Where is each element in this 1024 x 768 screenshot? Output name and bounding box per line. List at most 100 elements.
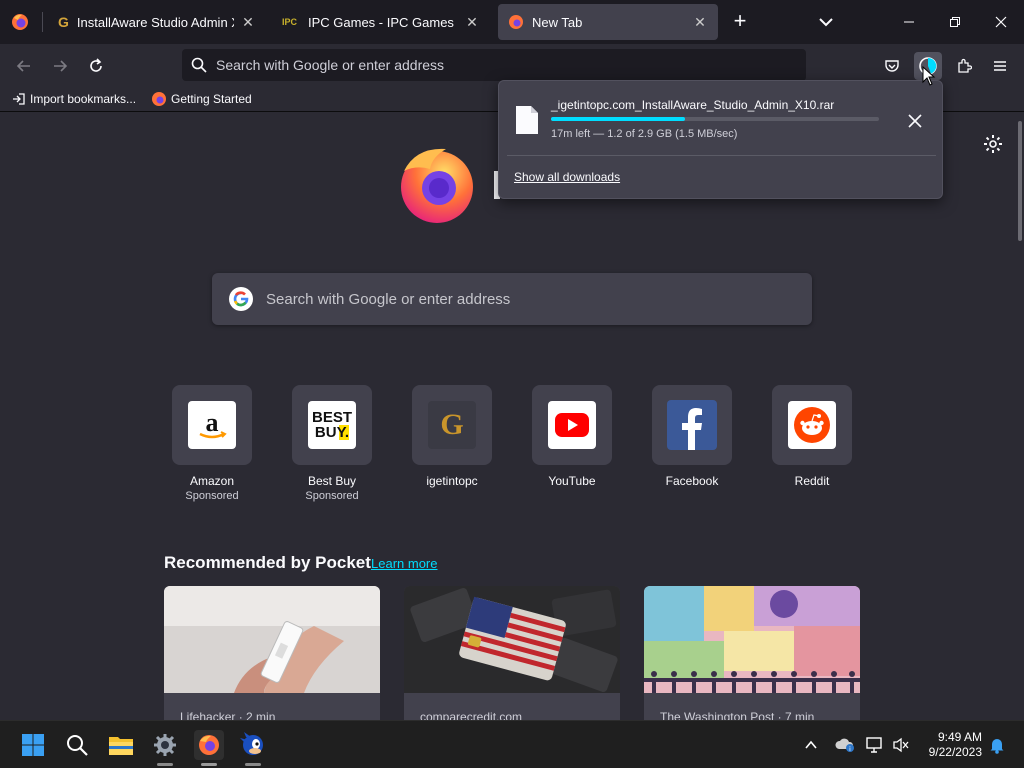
personalize-gear-icon[interactable] bbox=[982, 133, 1004, 155]
close-tab-icon[interactable]: ✕ bbox=[692, 14, 708, 30]
forward-arrow-icon bbox=[54, 60, 68, 72]
minimize-button[interactable] bbox=[895, 8, 923, 36]
top-site-tile bbox=[652, 385, 732, 465]
forward-button[interactable] bbox=[46, 52, 74, 80]
article-thumbnail-image bbox=[164, 586, 380, 693]
address-input[interactable] bbox=[216, 57, 776, 73]
reload-button[interactable] bbox=[82, 52, 110, 80]
tab-installaware[interactable]: G InstallAware Studio Admin X10 ✕ bbox=[48, 4, 266, 40]
download-filename[interactable]: _igetintopc.com_InstallAware_Studio_Admi… bbox=[551, 98, 834, 112]
tab-bar: G InstallAware Studio Admin X10 ✕ IPC IP… bbox=[0, 0, 1024, 44]
download-status: 17m left — 1.2 of 2.9 GB (1.5 MB/sec) bbox=[551, 128, 738, 140]
address-bar[interactable] bbox=[182, 49, 806, 81]
downloads-panel: _igetintopc.com_InstallAware_Studio_Admi… bbox=[498, 80, 943, 199]
tab-label: InstallAware Studio Admin X10 bbox=[76, 14, 234, 30]
back-arrow-icon bbox=[16, 60, 30, 72]
pocket-button[interactable] bbox=[878, 52, 906, 80]
facebook-logo-icon bbox=[667, 400, 717, 450]
file-icon bbox=[516, 106, 538, 134]
onedrive-button[interactable]: i bbox=[832, 730, 858, 760]
top-site-facebook[interactable]: Facebook bbox=[652, 385, 732, 488]
article-thumbnail-image bbox=[404, 586, 620, 693]
top-site-amazon[interactable]: a Amazon Sponsored bbox=[172, 385, 252, 502]
monitor-network-icon bbox=[866, 737, 882, 753]
card-source: comparecredit.com bbox=[420, 710, 523, 720]
scrollbar-thumb[interactable] bbox=[1018, 121, 1022, 241]
top-site-name: YouTube bbox=[548, 474, 596, 488]
active-indicator bbox=[201, 763, 217, 766]
firefox-taskbar-button[interactable] bbox=[194, 730, 224, 760]
tab-ipc-games[interactable]: IPC IPC Games - IPC Games Review ✕ bbox=[272, 4, 490, 40]
cloud-sync-icon: i bbox=[835, 738, 854, 753]
top-site-best-buy[interactable]: BEST BUY. Best Buy Sponsored bbox=[292, 385, 372, 502]
show-all-downloads-link[interactable]: Show all downloads bbox=[514, 170, 620, 184]
svg-text:a: a bbox=[206, 408, 219, 437]
pocket-card[interactable]: comparecredit.com bbox=[404, 586, 620, 720]
pocket-icon bbox=[885, 60, 899, 72]
puzzle-piece-icon bbox=[958, 58, 972, 73]
list-all-tabs-icon[interactable] bbox=[814, 10, 838, 34]
firefox-favicon-icon bbox=[152, 92, 166, 106]
running-indicator bbox=[157, 763, 173, 766]
firefox-favicon-icon bbox=[509, 15, 523, 29]
cancel-download-button[interactable] bbox=[903, 109, 927, 133]
bookmark-getting-started[interactable]: Getting Started bbox=[151, 90, 252, 108]
card-source: The Washington Post · 7 min bbox=[660, 710, 815, 720]
volume-button[interactable] bbox=[888, 730, 914, 760]
close-icon bbox=[908, 114, 922, 128]
firefox-logo bbox=[401, 148, 473, 223]
close-tab-icon[interactable]: ✕ bbox=[464, 14, 480, 30]
top-site-igetintopc[interactable]: G igetintopc bbox=[412, 385, 492, 488]
top-site-tile bbox=[772, 385, 852, 465]
firefox-view-icon[interactable] bbox=[10, 12, 30, 32]
folder-icon bbox=[109, 737, 133, 755]
tab-new-tab[interactable]: New Tab ✕ bbox=[498, 4, 718, 40]
app-menu-button[interactable] bbox=[986, 52, 1014, 80]
new-tab-search-input[interactable] bbox=[266, 290, 786, 308]
sonic-app-button[interactable] bbox=[238, 730, 268, 760]
back-button[interactable] bbox=[10, 52, 38, 80]
pocket-learn-more-link[interactable]: Learn more bbox=[371, 556, 437, 571]
top-site-youtube[interactable]: YouTube bbox=[532, 385, 612, 488]
settings-app-button[interactable] bbox=[150, 730, 180, 760]
top-site-name: Reddit bbox=[794, 474, 830, 488]
pocket-heading: Recommended by Pocket bbox=[164, 553, 371, 572]
tab-label: IPC Games - IPC Games Review bbox=[308, 14, 458, 30]
windows-logo-icon bbox=[22, 734, 44, 756]
top-site-reddit[interactable]: Reddit bbox=[772, 385, 852, 488]
running-indicator bbox=[245, 763, 261, 766]
tab-separator bbox=[42, 12, 43, 32]
top-site-name: igetintopc bbox=[426, 474, 478, 488]
bookmark-label: Getting Started bbox=[171, 92, 252, 106]
close-window-button[interactable] bbox=[987, 8, 1015, 36]
tab-label: New Tab bbox=[532, 14, 583, 30]
top-site-name: Amazon bbox=[189, 474, 235, 488]
google-logo-icon bbox=[229, 287, 253, 311]
close-tab-icon[interactable]: ✕ bbox=[240, 14, 256, 30]
new-tab-search-box[interactable] bbox=[212, 273, 812, 325]
pocket-card[interactable]: Lifehacker · 2 min bbox=[164, 586, 380, 720]
pocket-card[interactable]: The Washington Post · 7 min bbox=[644, 586, 860, 720]
download-progress-bar bbox=[551, 117, 879, 121]
article-thumbnail-image bbox=[644, 586, 860, 693]
notifications-button[interactable] bbox=[984, 730, 1010, 760]
card-source: Lifehacker · 2 min bbox=[180, 710, 276, 720]
windows-taskbar: i 9:49 AM 9/22/2023 bbox=[0, 720, 1024, 768]
file-explorer-button[interactable] bbox=[106, 730, 136, 760]
extensions-button[interactable] bbox=[950, 52, 978, 80]
bell-icon bbox=[990, 739, 1004, 754]
restore-button[interactable] bbox=[941, 8, 969, 36]
show-hidden-icons-button[interactable] bbox=[798, 730, 824, 760]
new-tab-button[interactable]: + bbox=[728, 10, 752, 34]
system-clock[interactable]: 9:49 AM 9/22/2023 bbox=[918, 730, 982, 760]
top-site-name: Facebook bbox=[665, 474, 719, 488]
taskbar-search-button[interactable] bbox=[62, 730, 92, 760]
network-button[interactable] bbox=[862, 730, 888, 760]
sponsored-label: Sponsored bbox=[185, 490, 239, 502]
top-site-tile: G bbox=[412, 385, 492, 465]
chevron-up-icon bbox=[805, 740, 817, 749]
search-icon bbox=[67, 735, 88, 756]
start-button[interactable] bbox=[18, 730, 48, 760]
top-site-tile: BEST BUY. bbox=[292, 385, 372, 465]
bookmark-import[interactable]: Import bookmarks... bbox=[12, 90, 136, 108]
